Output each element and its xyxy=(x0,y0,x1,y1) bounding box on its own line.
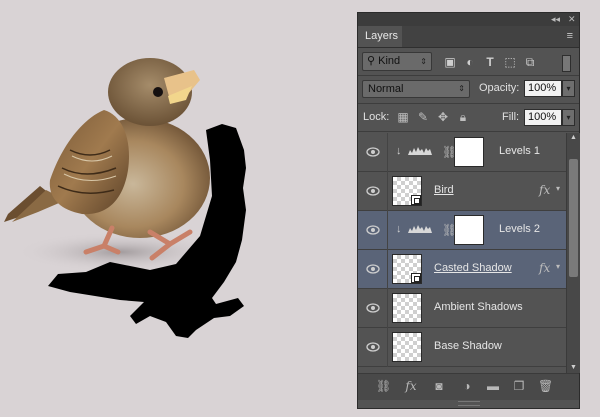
new-adjustment-icon[interactable]: ◑ xyxy=(460,379,474,393)
layer-row-levels-2[interactable]: ↓ ⛓ Levels 2 xyxy=(358,211,566,250)
filter-kind-label: Kind xyxy=(378,55,401,67)
divider xyxy=(358,75,579,76)
layer-name: Levels 2 xyxy=(499,223,540,235)
filter-toggle[interactable] xyxy=(562,55,571,72)
layer-thumbnail[interactable] xyxy=(392,176,422,206)
clipping-arrow-icon: ↓ xyxy=(396,223,402,235)
blend-row: Normal ⇕ Opacity: 100% ▾ xyxy=(358,77,579,103)
layer-mask-thumbnail[interactable] xyxy=(454,215,484,245)
lock-all-icon[interactable]: 🔒︎ xyxy=(456,110,470,124)
divider xyxy=(387,133,388,172)
layer-name: Ambient Shadows xyxy=(434,301,523,313)
tab-layers[interactable]: Layers xyxy=(358,26,402,47)
visibility-eye-icon[interactable] xyxy=(366,263,380,275)
scrollbar-thumb[interactable] xyxy=(569,159,578,277)
fill-label: Fill: xyxy=(502,111,520,123)
layer-name: Base Shadow xyxy=(434,340,502,352)
layer-row-ambient-shadows[interactable]: Ambient Shadows xyxy=(358,289,566,328)
layers-scrollbar[interactable]: ▲ ▼ xyxy=(566,133,580,373)
bird-eye xyxy=(153,87,163,97)
blend-mode-value: Normal xyxy=(368,83,404,95)
bird-artwork xyxy=(4,58,246,338)
document-canvas[interactable] xyxy=(0,0,355,417)
layer-name: Casted Shadow xyxy=(434,262,512,274)
lock-image-pixels-icon[interactable]: ✎ xyxy=(416,110,430,124)
layers-bottom-toolbar: ⛓ fx ◙ ◑ ▬ ❐ 🗑︎ xyxy=(358,373,579,400)
divider xyxy=(358,131,579,132)
divider xyxy=(387,289,388,328)
search-icon: ⚲ xyxy=(367,55,379,67)
divider xyxy=(358,103,579,104)
levels-adjustment-icon xyxy=(408,147,432,155)
opacity-input[interactable]: 100% xyxy=(524,80,562,97)
new-group-icon[interactable]: ▬ xyxy=(486,379,500,393)
layer-name: Bird xyxy=(434,184,454,196)
link-layers-icon[interactable]: ⛓ xyxy=(376,379,391,393)
layers-panel: ◂◂ ✕ Layers ≡ ⚲ Kind ⇕ ▣ ◐ T ⬚ ⧉ Normal … xyxy=(357,12,580,409)
filter-row: ⚲ Kind ⇕ ▣ ◐ T ⬚ ⧉ xyxy=(358,50,579,74)
new-layer-icon[interactable]: ❐ xyxy=(512,379,526,393)
collapse-icon[interactable]: ◂◂ xyxy=(551,13,560,26)
image-filter-icon[interactable]: ▣ xyxy=(443,55,457,69)
shape-filter-icon[interactable]: ⬚ xyxy=(503,55,517,69)
lock-transparent-pixels-icon[interactable]: ▦ xyxy=(396,110,410,124)
panel-menu-icon[interactable]: ≡ xyxy=(567,30,573,42)
divider xyxy=(387,211,388,250)
visibility-eye-icon[interactable] xyxy=(366,224,380,236)
layer-row-base-shadow[interactable]: Base Shadow xyxy=(358,328,566,367)
type-filter-icon[interactable]: T xyxy=(483,55,497,69)
visibility-eye-icon[interactable] xyxy=(366,341,380,353)
expand-effects-icon[interactable]: ▾ xyxy=(556,184,560,193)
smart-object-icon xyxy=(411,195,421,205)
layer-row-bird[interactable]: Bird fx ▾ xyxy=(358,172,566,211)
layer-effects-icon[interactable]: fx xyxy=(539,261,550,275)
fill-dropdown-icon[interactable]: ▾ xyxy=(562,109,575,126)
delete-layer-icon[interactable]: 🗑︎ xyxy=(538,379,553,393)
close-icon[interactable]: ✕ xyxy=(568,13,576,26)
divider xyxy=(387,250,388,289)
layer-row-casted-shadow[interactable]: Casted Shadow fx ▾ xyxy=(358,250,566,289)
layer-thumbnail[interactable] xyxy=(392,254,422,284)
select-arrows-icon: ⇕ xyxy=(458,84,465,93)
filter-kind-select[interactable]: ⚲ Kind ⇕ xyxy=(362,52,432,71)
layer-thumbnail[interactable] xyxy=(392,293,422,323)
layer-thumbnail[interactable] xyxy=(392,332,422,362)
panel-resize-handle[interactable] xyxy=(458,401,480,406)
add-mask-icon[interactable]: ◙ xyxy=(432,379,446,393)
scroll-up-icon[interactable]: ▲ xyxy=(567,133,580,143)
lock-position-icon[interactable]: ✥ xyxy=(436,110,450,124)
clipping-arrow-icon: ↓ xyxy=(396,145,402,157)
fill-input[interactable]: 100% xyxy=(524,109,562,126)
layer-name: Levels 1 xyxy=(499,145,540,157)
smart-object-icon xyxy=(411,273,421,283)
expand-effects-icon[interactable]: ▾ xyxy=(556,262,560,271)
visibility-eye-icon[interactable] xyxy=(366,185,380,197)
lock-row: Lock: ▦ ✎ ✥ 🔒︎ Fill: 100% ▾ xyxy=(358,105,579,129)
panel-tab-row: Layers ≡ xyxy=(358,26,579,48)
adjustment-filter-icon[interactable]: ◐ xyxy=(463,55,477,69)
scroll-down-icon[interactable]: ▼ xyxy=(567,363,580,373)
panel-titlebar[interactable]: ◂◂ ✕ xyxy=(358,13,579,26)
bird-wing xyxy=(49,110,129,215)
add-style-icon[interactable]: fx xyxy=(404,379,418,393)
blend-mode-select[interactable]: Normal ⇕ xyxy=(362,80,470,98)
lock-label: Lock: xyxy=(363,111,390,123)
layers-list: ↓ ⛓ Levels 1 Bird fx ▾ ↓ ⛓ Levels 2 Cast… xyxy=(358,133,566,373)
layer-row-levels-1[interactable]: ↓ ⛓ Levels 1 xyxy=(358,133,566,172)
divider xyxy=(387,328,388,367)
layer-mask-thumbnail[interactable] xyxy=(454,137,484,167)
smart-object-filter-icon[interactable]: ⧉ xyxy=(523,55,537,69)
divider xyxy=(387,172,388,211)
opacity-label: Opacity: xyxy=(479,82,520,94)
levels-adjustment-icon xyxy=(408,225,432,233)
layer-effects-icon[interactable]: fx xyxy=(539,183,550,197)
opacity-dropdown-icon[interactable]: ▾ xyxy=(562,80,575,97)
select-arrows-icon: ⇕ xyxy=(420,57,427,66)
visibility-eye-icon[interactable] xyxy=(366,146,380,158)
visibility-eye-icon[interactable] xyxy=(366,302,380,314)
